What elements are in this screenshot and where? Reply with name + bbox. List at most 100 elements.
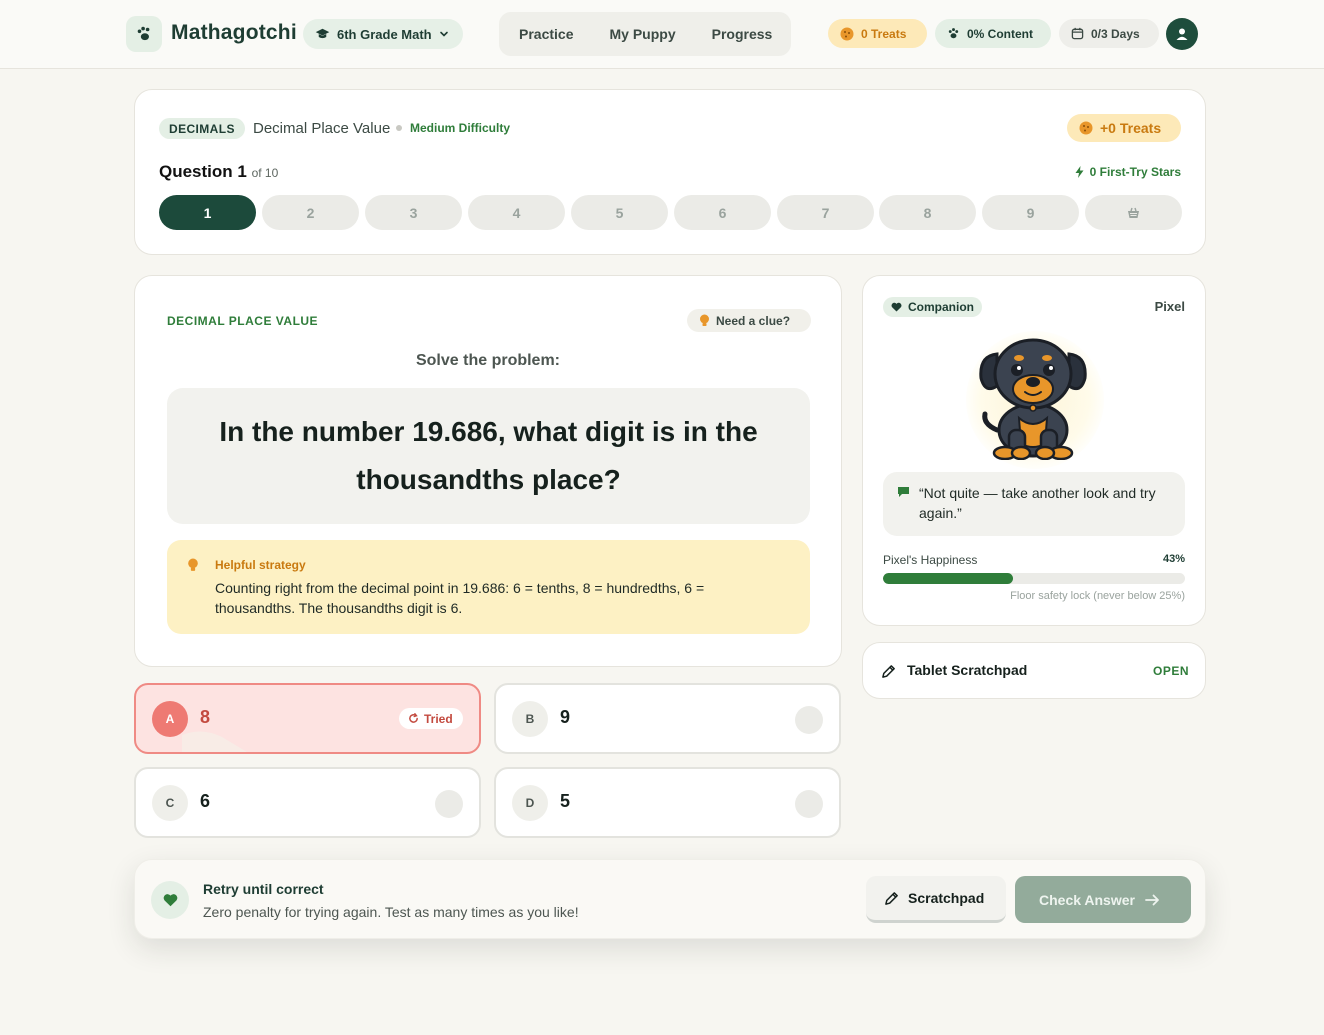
topic-name: Decimal Place Value (253, 120, 391, 137)
nav-practice[interactable]: Practice (499, 26, 591, 42)
days-value: 0/3 Days (1091, 26, 1140, 41)
answer-letter: B (512, 701, 548, 737)
grade-select[interactable]: 6th Grade Math (303, 19, 463, 49)
companion-card: Companion Pixel “Not quite — take anothe… (862, 275, 1206, 626)
question-counter: Question 1 of 10 (159, 162, 278, 182)
pencil-icon (885, 891, 898, 905)
answer-letter: C (152, 785, 188, 821)
graduation-cap-icon (315, 28, 330, 39)
top-bar: Mathagotchi 6th Grade Math Practice My P… (0, 0, 1324, 69)
brand-name: Mathagotchi (171, 21, 297, 44)
retry-title: Retry until correct (203, 881, 324, 897)
calendar-icon (1071, 27, 1084, 40)
step-9[interactable]: 9 (982, 195, 1079, 230)
step-3[interactable]: 3 (365, 195, 462, 230)
topic-tag: DECIMALS (159, 118, 245, 139)
decor-wedge (182, 731, 247, 752)
quiz-progress-card: DECIMALS Decimal Place Value Medium Diff… (134, 89, 1206, 255)
chat-icon (898, 487, 909, 497)
treats-pill[interactable]: 0 Treats (828, 19, 927, 48)
step-5[interactable]: 5 (571, 195, 668, 230)
step-7[interactable]: 7 (777, 195, 874, 230)
heart-icon (891, 302, 902, 312)
answer-value: 5 (560, 791, 571, 811)
strategy-box: Helpful strategy Counting right from the… (167, 540, 810, 634)
step-6[interactable]: 6 (674, 195, 771, 230)
user-icon (1176, 28, 1188, 40)
main-nav: Practice My Puppy Progress (499, 12, 791, 56)
happiness-value: 43% (1162, 553, 1185, 565)
answer-radio[interactable] (435, 790, 463, 818)
companion-tag: Companion (883, 297, 982, 317)
answer-option-d[interactable]: D 5 (494, 767, 841, 838)
pet-name: Pixel (1154, 299, 1185, 314)
step-reward[interactable] (1085, 195, 1182, 230)
strategy-body: Counting right from the decimal point in… (215, 580, 705, 616)
separator-dot (396, 125, 402, 131)
step-1[interactable]: 1 (159, 195, 256, 230)
bonus-treats-value: +0 Treats (1100, 120, 1162, 136)
happiness-bar (883, 573, 1185, 584)
nav-my-puppy[interactable]: My Puppy (591, 26, 693, 42)
content-value: 0% Content (967, 26, 1033, 41)
puppy-illustration[interactable] (975, 334, 1091, 460)
stars-value: 0 First-Try Stars (1089, 165, 1181, 179)
companion-tag-label: Companion (908, 300, 974, 314)
retry-body: Zero penalty for trying again. Test as m… (203, 904, 579, 920)
step-2[interactable]: 2 (262, 195, 359, 230)
step-4[interactable]: 4 (468, 195, 565, 230)
problem-card: DECIMAL PLACE VALUE Need a clue? Solve t… (134, 275, 842, 667)
basket-icon (1128, 207, 1139, 218)
difficulty-label: Medium Difficulty (410, 121, 511, 135)
floor-note: Floor safety lock (never below 25%) (1010, 590, 1185, 602)
clue-label: Need a clue? (716, 313, 791, 328)
strategy-title: Helpful strategy (215, 558, 306, 572)
bonus-treats-badge: +0 Treats (1067, 114, 1181, 142)
tried-badge: Tried (399, 708, 463, 729)
retry-icon (409, 713, 418, 723)
check-answer-button[interactable]: Check Answer (1015, 876, 1191, 923)
retry-heart (151, 881, 189, 919)
cookie-icon (840, 27, 854, 40)
answer-option-c[interactable]: C 6 (134, 767, 481, 838)
step-8[interactable]: 8 (879, 195, 976, 230)
answer-radio[interactable] (795, 706, 823, 734)
problem-category: DECIMAL PLACE VALUE (167, 314, 319, 328)
answer-letter: A (152, 701, 188, 737)
question-total: of 10 (251, 166, 279, 180)
clue-button[interactable]: Need a clue? (687, 309, 811, 332)
pet-speech-bubble: “Not quite — take another look and try a… (883, 472, 1185, 536)
answer-radio[interactable] (795, 790, 823, 818)
answer-value: 6 (200, 791, 211, 811)
days-pill[interactable]: 0/3 Days (1059, 19, 1159, 48)
check-answer-label: Check Answer (1039, 891, 1135, 908)
answer-option-b[interactable]: B 9 (494, 683, 841, 754)
instruction: Solve the problem: (415, 352, 561, 369)
action-bar: Retry until correct Zero penalty for try… (134, 859, 1206, 939)
logo[interactable] (126, 16, 162, 52)
tried-label: Tried (424, 711, 453, 726)
scratchpad-open[interactable]: OPEN (1153, 664, 1189, 678)
happiness-label: Pixel's Happiness (883, 553, 978, 567)
avatar[interactable] (1166, 18, 1198, 50)
treats-count: 0 Treats (861, 26, 907, 41)
scratchpad-title: Tablet Scratchpad (907, 662, 1028, 678)
cookie-icon (1079, 121, 1093, 135)
answer-option-a[interactable]: A 8 Tried (134, 683, 481, 754)
question-steps: 1 2 3 4 5 6 7 8 9 (159, 195, 1182, 231)
scratchpad-card[interactable]: Tablet Scratchpad OPEN (862, 642, 1206, 699)
pencil-icon (882, 665, 895, 678)
content-pill[interactable]: 0% Content (935, 19, 1051, 48)
scratchpad-button[interactable]: Scratchpad (866, 876, 1006, 923)
lightning-icon (1075, 166, 1084, 178)
happiness-bar-fill (883, 573, 1013, 584)
grade-label: 6th Grade Math (337, 26, 432, 42)
paw-icon (137, 26, 150, 41)
chevron-down-icon (439, 31, 448, 37)
nav-progress[interactable]: Progress (694, 26, 791, 42)
first-try-stars: 0 First-Try Stars (1075, 165, 1181, 179)
lightbulb-icon (188, 558, 198, 571)
paw-icon (948, 28, 959, 39)
pet-speech-text: “Not quite — take another look and try a… (919, 485, 1156, 521)
answer-value: 9 (560, 707, 571, 727)
